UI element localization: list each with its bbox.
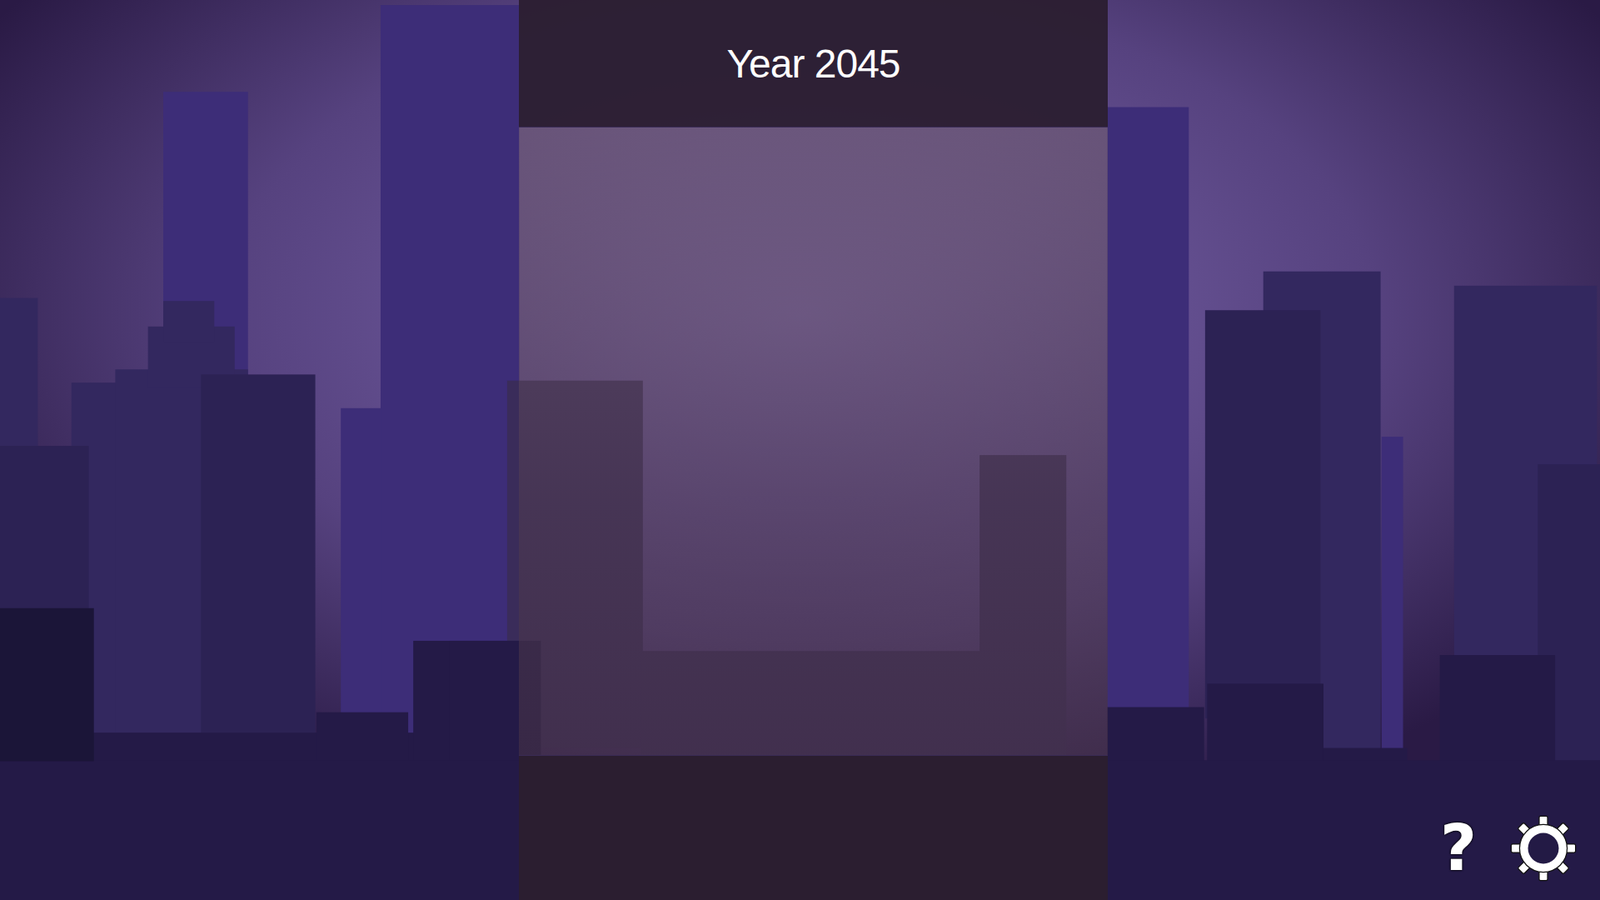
back-building: [340, 408, 382, 714]
help-button[interactable]: ?: [1436, 816, 1481, 880]
panel-footer: [518, 754, 1108, 900]
left-side: [0, 0, 519, 900]
back-building: [1381, 436, 1404, 763]
layout: Year 2045?: [0, 0, 1600, 900]
dark-building: [1205, 309, 1321, 718]
right-side: ?: [1107, 0, 1600, 900]
controls: ?: [1436, 812, 1600, 900]
panel-header: Year 2045: [518, 0, 1108, 128]
water-tower: [0, 608, 95, 762]
back-building: [1106, 107, 1189, 720]
dark-building: [200, 373, 315, 783]
gear-icon: [1508, 812, 1579, 883]
settings-button[interactable]: [1508, 812, 1579, 883]
year-title: Year 2045: [726, 40, 900, 87]
mid-building: [163, 300, 215, 342]
panel-body: [518, 127, 1108, 755]
event-panel: Year 2045: [518, 0, 1108, 900]
sky: [0, 0, 1600, 900]
game-screen: Year 2045?: [0, 0, 1600, 900]
